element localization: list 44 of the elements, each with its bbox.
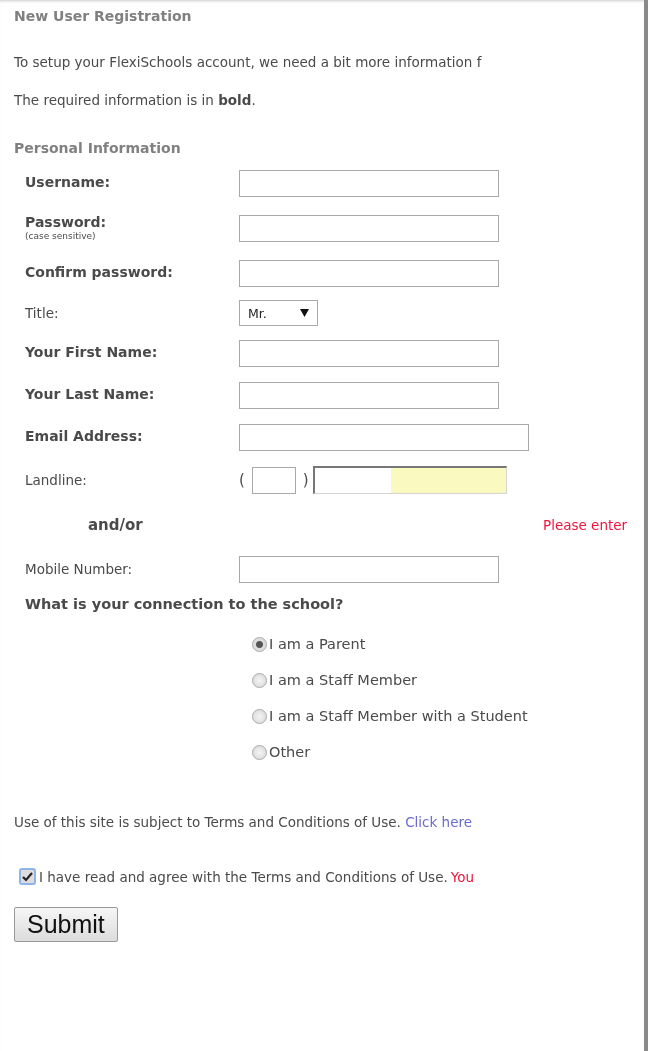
section-title: Personal Information [14,140,182,156]
area-code-field[interactable] [251,466,296,494]
field-label: Landline: [25,472,88,488]
field-label: Your Last Name: [25,387,156,403]
parenthesis: ( [239,471,245,489]
error-message: You [450,868,475,885]
radio-button[interactable] [252,636,267,652]
radio-button[interactable] [252,672,267,688]
phone-number-field[interactable] [312,466,507,494]
radio-label: I am a Parent [269,636,366,652]
input-field[interactable] [239,339,499,367]
terms-link[interactable]: Click here [405,814,473,830]
intro-text: The required information is in bold. [14,92,257,108]
radio-button[interactable] [252,708,267,724]
and-or-text: and/or [87,516,144,534]
radio-label: Other [269,744,311,760]
field-label: Confirm password: [25,265,174,281]
input-field[interactable] [239,169,499,197]
input-field[interactable] [239,555,499,583]
radio-label: I am a Staff Member with a Student [269,708,528,724]
radio-button[interactable] [252,744,267,760]
field-note: (case sensitive) [25,230,97,241]
input-field[interactable] [239,259,499,287]
title-dropdown[interactable]: Mr. [239,300,318,326]
page-title: New User Registration [14,8,193,26]
intro-text: To setup your FlexiSchools account, we need a bit more information f [14,54,483,70]
field-label: Password: [25,215,108,231]
input-field[interactable] [239,423,529,451]
radio-label: I am a Staff Member [269,672,418,688]
field-label: Username: [25,175,112,191]
parenthesis: ) [302,471,309,489]
field-label: Mobile Number: [25,561,134,577]
caret-icon [300,309,309,317]
input-field[interactable] [239,214,499,242]
agree-checkbox[interactable] [19,868,36,885]
error-message: Please enter [543,517,629,533]
agree-label: I have read and agree with the Terms and Conditions of Use. [39,868,448,885]
field-label: Email Address: [25,429,144,445]
question-text: What is your connection to the school? [25,596,345,612]
field-label: Your First Name: [25,345,159,361]
terms-text: Use of this site is subject to Terms and Conditions of Use. [14,814,401,830]
field-label: Title: [25,305,60,321]
input-field[interactable] [239,381,499,409]
submit-button[interactable]: Submit [14,907,118,942]
